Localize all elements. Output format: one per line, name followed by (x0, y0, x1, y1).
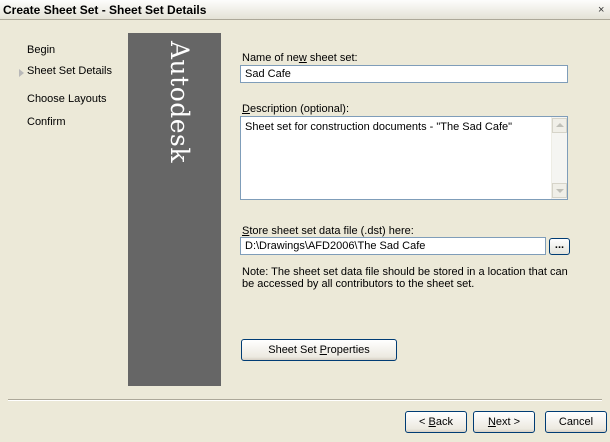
next-button[interactable]: Next > (473, 411, 535, 433)
step-begin[interactable]: Begin (27, 44, 55, 56)
brand-banner: Autodesk (128, 33, 221, 386)
scroll-down-button[interactable] (552, 183, 567, 198)
scroll-up-arrow-icon (556, 123, 564, 127)
step-confirm[interactable]: Confirm (27, 116, 66, 128)
store-path-input[interactable]: D:\Drawings\AFD2006\The Sad Cafe (240, 237, 546, 255)
description-textarea[interactable]: Sheet set for construction documents - "… (240, 116, 568, 200)
triangle-right-icon (19, 69, 24, 77)
description-label: Description (optional): (242, 103, 350, 115)
store-label: Store sheet set data file (.dst) here: (242, 225, 414, 237)
cancel-button[interactable]: Cancel (545, 411, 607, 433)
close-icon[interactable]: × (598, 2, 610, 18)
browse-button[interactable]: ... (549, 238, 570, 255)
storage-note: Note: The sheet set data file should be … (242, 266, 568, 290)
title-bar: Create Sheet Set - Sheet Set Details × (0, 0, 610, 20)
sheet-set-name-input[interactable]: Sad Cafe (240, 65, 568, 83)
scroll-down-arrow-icon (556, 189, 564, 193)
description-text: Sheet set for construction documents - "… (245, 121, 513, 133)
footer-separator (8, 399, 602, 401)
step-sheet-set-details[interactable]: Sheet Set Details (27, 65, 112, 77)
scroll-up-button[interactable] (552, 118, 567, 133)
name-label: Name of new sheet set: (242, 52, 358, 64)
description-scrollbar[interactable] (551, 117, 567, 199)
autodesk-logo: Autodesk (165, 41, 194, 164)
step-choose-layouts[interactable]: Choose Layouts (27, 93, 107, 105)
window-title: Create Sheet Set - Sheet Set Details (3, 3, 207, 17)
sheet-set-properties-button[interactable]: Sheet Set Properties (241, 339, 397, 361)
back-button[interactable]: < Back (405, 411, 467, 433)
